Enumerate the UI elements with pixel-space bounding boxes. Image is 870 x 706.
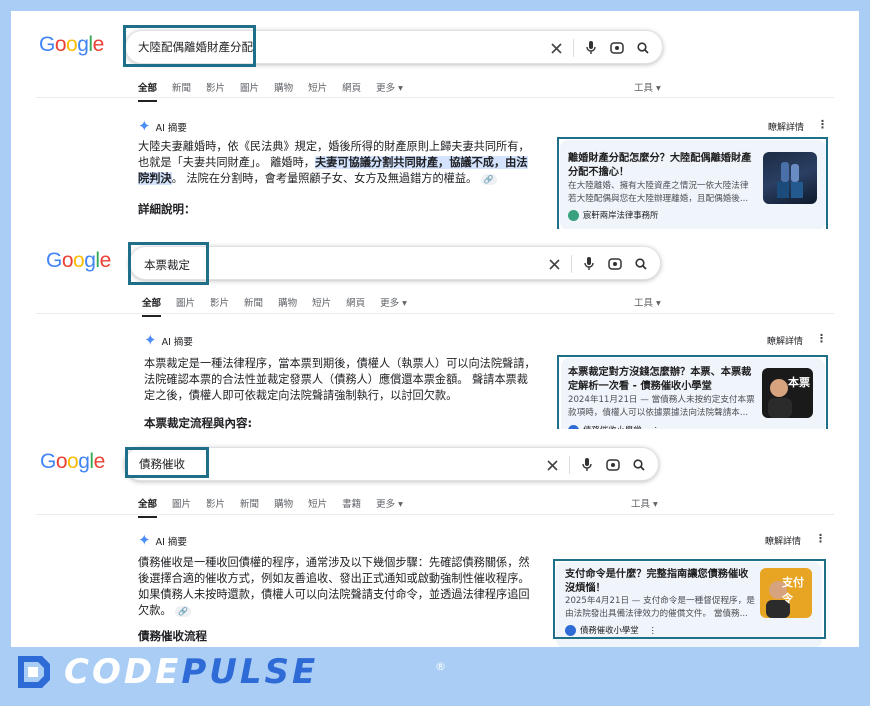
learn-more-link[interactable]: 瞭解詳情 [768,120,804,133]
link-chip-icon[interactable]: 🔗 [175,605,192,617]
learn-more-link[interactable]: 瞭解詳情 [767,334,803,347]
codepulse-brand: CODEPULSE ® [12,652,446,692]
searchbox-divider [569,456,570,474]
ai-overview-title: AI 摘要 [155,536,187,548]
ai-overview-text: 大陸夫妻離婚時，依《民法典》規定，婚後所得的財產原則上歸夫妻共同所有，也就是「夫… [138,139,536,187]
searchbox-divider [571,255,572,273]
tab-web[interactable]: 網頁 [342,80,361,102]
searchbox-divider [573,39,574,57]
tools-button[interactable]: 工具 ▾ [631,496,658,510]
screenshot-panel: Google 大陸配偶離婚財產分配 全部 新聞 影片 圖片 購物 短片 網頁 更… [11,11,859,647]
site-favicon-icon [565,624,576,636]
tab-news[interactable]: 新聞 [172,80,191,102]
tab-shopping[interactable]: 購物 [274,80,293,102]
thumbnail-caption: 支付令 [782,576,804,605]
brand-code: CODE [64,652,182,692]
search-result-section-1: Google 大陸配偶離婚財產分配 全部 新聞 影片 圖片 購物 短片 網頁 更… [11,11,859,241]
clear-icon[interactable] [543,35,569,61]
site-favicon-icon [568,209,579,221]
source-card-source[interactable]: 宸軒兩岸法律事務所 [568,209,658,221]
clear-icon[interactable] [539,452,565,478]
tools-button[interactable]: 工具 ▾ [634,295,661,309]
thumbnail-caption: 本票 [788,376,810,389]
lens-icon[interactable] [604,35,630,61]
lens-icon[interactable] [602,251,628,277]
search-icon[interactable] [628,251,654,277]
source-card-source[interactable]: 債務催收小學堂 ⋮ [565,624,657,636]
registered-mark: ® [435,660,446,673]
source-card-snippet: 在大陸離婚、擁有大陸資產之情況一依大陸法律若大陸配偶與您在大陸辦理離婚，且配偶婚… [568,181,749,204]
link-chip-icon[interactable]: 🔗 [480,173,497,185]
tab-more[interactable]: 更多 ▾ [376,80,403,102]
query-highlight-box [128,242,209,285]
source-card-title[interactable]: 本票裁定對方沒錢怎麼辦？本票、本票裁定解析一次看 - 債務催收小學堂 [568,366,758,394]
source-thumbnail-image[interactable]: 支付令 [760,568,812,618]
source-name: 宸軒兩岸法律事務所 [583,210,659,220]
query-highlight-box [123,25,256,67]
microphone-icon[interactable] [574,452,600,478]
ai-overview-text: 債務催收是一種收回債權的程序，通常涉及以下幾個步驟：先確認債務關係，然後選擇合適… [138,555,534,619]
ai-overview-title: AI 摘要 [161,336,193,348]
ai-overview-text: 本票裁定是一種法律程序，當本票到期後，債權人（執票人）可以向法院聲請，法院確認本… [144,357,536,402]
ai-overview-label: ✦ AI 摘要 [144,333,193,348]
learn-more-link[interactable]: 瞭解詳情 [765,534,801,547]
more-options-icon[interactable]: ⋮ [815,532,826,545]
tab-videos[interactable]: 影片 [206,80,225,102]
clear-icon[interactable] [541,251,567,277]
microphone-icon[interactable] [576,251,602,277]
source-card-title[interactable]: 支付命令是什麼？完整指南讓您債務催收沒煩惱！ [565,568,755,596]
source-card-snippet: 2024年11月21日 — 當債務人未按約定支付本票款項時，債權人可以依據票據法… [568,395,755,418]
brand-wordmark: CODEPULSE [64,652,318,692]
source-thumbnail-image[interactable] [763,152,817,204]
source-name: 債務催收小學堂 [580,625,639,635]
google-logo[interactable]: Google [39,33,104,57]
search-icon[interactable] [630,35,656,61]
ai-sparkle-icon: ✦ [144,331,157,349]
tab-all[interactable]: 全部 [138,80,158,102]
more-options-icon[interactable]: ⋮ [816,332,827,345]
query-highlight-box [125,447,209,478]
tab-images[interactable]: 圖片 [240,80,259,102]
tabs-divider [36,313,834,314]
tools-button[interactable]: 工具 ▾ [634,80,661,94]
tabs-divider [36,97,834,98]
brand-pulse: PULSE [181,652,319,692]
google-logo[interactable]: Google [40,450,105,474]
ai-sparkle-icon: ✦ [138,531,151,549]
source-more-icon[interactable]: ⋮ [649,625,657,635]
search-result-section-3: Google 債務催收 全部 圖片 影片 新聞 購物 短片 書籍 更多 ▾ 工具… [11,429,859,647]
source-card-snippet: 2025年4月21日 — 支付命令是一種督促程序，是由法院發出具備法律效力的催償… [565,596,755,619]
ai-overview-title: AI 摘要 [155,122,187,134]
source-thumbnail-image[interactable]: 本票 [762,368,813,418]
ai-sub-heading: 債務催收流程 [138,629,207,643]
search-icon[interactable] [626,452,652,478]
source-card-title[interactable]: 離婚財產分配怎麼分？大陸配偶離婚財產分配不擔心！ [568,152,754,180]
codepulse-logo-icon [18,656,50,688]
search-tabs: 全部 新聞 影片 圖片 購物 短片 網頁 更多 ▾ [138,80,418,102]
ai-text-part-2: 。 法院在分割時，會考量照顧子女、女方及無過錯方的權益。 [171,172,478,185]
google-logo[interactable]: Google [46,249,111,273]
lens-icon[interactable] [600,452,626,478]
ai-sparkle-icon: ✦ [138,117,151,135]
tabs-divider [36,514,834,515]
tab-short-videos[interactable]: 短片 [308,80,327,102]
ai-overview-label: ✦ AI 摘要 [138,119,187,134]
ai-overview-label: ✦ AI 摘要 [138,533,187,548]
more-options-icon[interactable]: ⋮ [817,118,828,131]
ai-text-body: 債務催收是一種收回債權的程序，通常涉及以下幾個步驟：先確認債務關係，然後選擇合適… [138,556,530,617]
microphone-icon[interactable] [578,35,604,61]
search-result-section-2: Google 本票裁定 全部 圖片 影片 新聞 購物 短片 網頁 更多 ▾ 工具… [11,229,859,449]
ai-sub-heading: 詳細說明： [138,202,196,216]
